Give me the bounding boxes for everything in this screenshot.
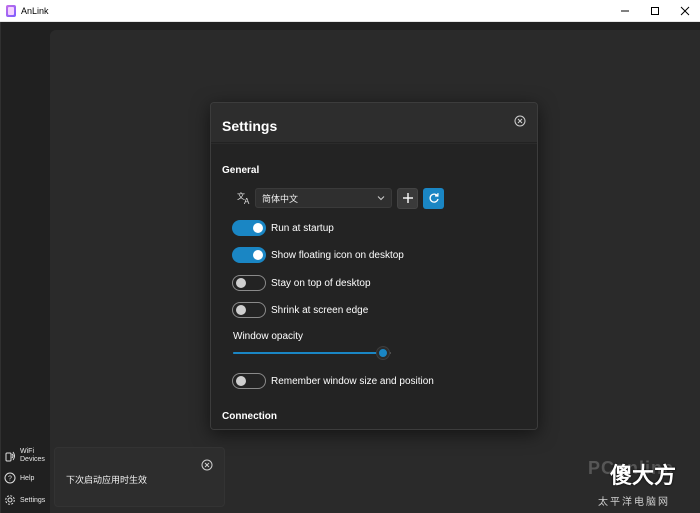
- dialog-header: Settings: [211, 103, 537, 143]
- toast-close-button[interactable]: [201, 458, 213, 471]
- window-opacity-slider[interactable]: [233, 346, 391, 360]
- shrink-edge-toggle[interactable]: [232, 302, 266, 318]
- stay-on-top-toggle[interactable]: [232, 275, 266, 291]
- toggle-knob: [253, 223, 263, 233]
- window-title: AnLink: [21, 5, 49, 16]
- maximize-button[interactable]: [640, 0, 670, 22]
- dialog-body: General 文A 简体中文 Run at startup Show floa…: [211, 144, 537, 429]
- close-window-button[interactable]: [670, 0, 700, 22]
- toggle-label: Show floating icon on desktop: [271, 249, 404, 261]
- section-title-general: General: [222, 165, 260, 176]
- dialog-title: Settings: [222, 118, 278, 134]
- gear-icon: [4, 494, 16, 506]
- minimize-icon: [621, 10, 629, 12]
- sidebar-item-help[interactable]: ? Help: [4, 472, 34, 484]
- notification-toast: 下次启动应用时生效: [54, 447, 225, 507]
- sidebar-item-label: WiFi Devices: [20, 448, 45, 463]
- toggle-label: Stay on top of desktop: [271, 277, 371, 289]
- toggle-row-floating-icon: Show floating icon on desktop: [232, 247, 404, 263]
- toggle-knob: [236, 278, 246, 288]
- language-select-value: 简体中文: [262, 194, 299, 205]
- slider-fill: [233, 352, 384, 354]
- add-language-button[interactable]: [397, 187, 418, 209]
- settings-dialog: Settings General 文A 简体中文 Run at startup: [210, 102, 538, 430]
- close-circle-icon: [201, 459, 213, 471]
- dialog-close-button[interactable]: [514, 114, 526, 127]
- toast-message: 下次启动应用时生效: [66, 476, 148, 486]
- plus-icon: [402, 193, 413, 203]
- toggle-knob: [236, 376, 246, 386]
- sidebar-divider: [0, 22, 1, 513]
- toggle-knob: [253, 250, 263, 260]
- window-opacity-label: Window opacity: [233, 331, 304, 342]
- window-controls: [610, 0, 700, 22]
- remember-window-toggle[interactable]: [232, 373, 266, 389]
- section-title-connection: Connection: [222, 411, 277, 422]
- toggle-row-remember-window: Remember window size and position: [232, 373, 434, 389]
- toggle-row-shrink-edge: Shrink at screen edge: [232, 302, 368, 318]
- title-bar: AnLink: [0, 0, 700, 22]
- maximize-icon: [651, 7, 659, 15]
- wifi-device-icon: [4, 450, 16, 462]
- toggle-row-stay-on-top: Stay on top of desktop: [232, 275, 371, 291]
- language-select[interactable]: 简体中文: [255, 188, 392, 208]
- toggle-label: Remember window size and position: [271, 375, 434, 387]
- close-circle-icon: [514, 115, 526, 127]
- toggle-row-run-at-startup: Run at startup: [232, 220, 334, 236]
- watermark-sub: 太平洋电脑网: [598, 497, 670, 508]
- toggle-label: Run at startup: [271, 222, 334, 234]
- toggle-knob: [236, 305, 246, 315]
- refresh-icon: [429, 193, 439, 203]
- sidebar-item-label: Help: [20, 474, 35, 482]
- run-at-startup-toggle[interactable]: [232, 220, 266, 236]
- sidebar-item-settings[interactable]: Settings: [4, 494, 45, 506]
- translate-icon: 文A: [235, 189, 253, 207]
- help-icon: ?: [4, 472, 16, 484]
- sidebar-item-label: Settings: [20, 496, 46, 504]
- close-icon: [680, 6, 690, 16]
- watermark-logo: PConline 傻大方 太平洋电脑网: [588, 458, 698, 510]
- slider-thumb[interactable]: [377, 347, 390, 359]
- chevron-down-icon: [377, 196, 385, 201]
- svg-text:?: ?: [8, 476, 12, 483]
- toggle-label: Shrink at screen edge: [271, 304, 369, 316]
- minimize-button[interactable]: [610, 0, 640, 22]
- watermark-cn: 傻大方: [610, 464, 677, 489]
- language-row: 文A 简体中文: [235, 187, 444, 209]
- floating-icon-toggle[interactable]: [232, 247, 266, 263]
- svg-text:A: A: [244, 197, 250, 206]
- sidebar: [0, 22, 50, 513]
- refresh-language-button[interactable]: [423, 187, 444, 209]
- app-logo-icon: [6, 4, 16, 17]
- sidebar-item-wifi-devices[interactable]: WiFi Devices: [4, 448, 50, 464]
